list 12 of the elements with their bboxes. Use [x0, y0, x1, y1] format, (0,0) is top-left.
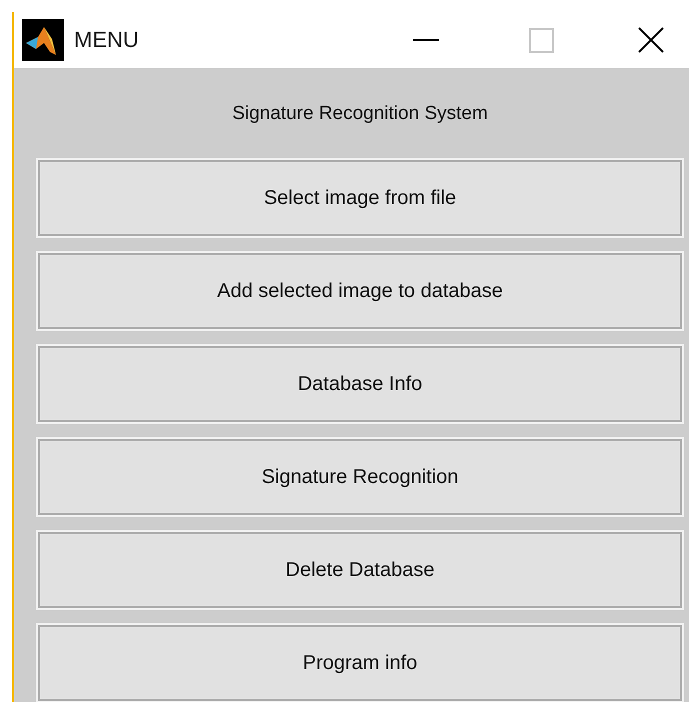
close-icon — [638, 27, 664, 53]
app-logo-icon — [22, 19, 64, 61]
maximize-icon — [528, 28, 554, 52]
menu-button[interactable]: Program info — [38, 625, 682, 701]
system-heading: Signature Recognition System — [232, 103, 488, 125]
menu-button[interactable]: Select image from file — [38, 160, 682, 236]
menu-button[interactable]: Signature Recognition — [38, 439, 682, 515]
window-title: MENU — [74, 27, 140, 53]
minimize-icon — [413, 38, 439, 42]
menu-button[interactable]: Database Info — [38, 346, 682, 422]
menu-button[interactable]: Add selected image to database — [38, 253, 682, 329]
menu-button[interactable]: Delete Database — [38, 532, 682, 608]
